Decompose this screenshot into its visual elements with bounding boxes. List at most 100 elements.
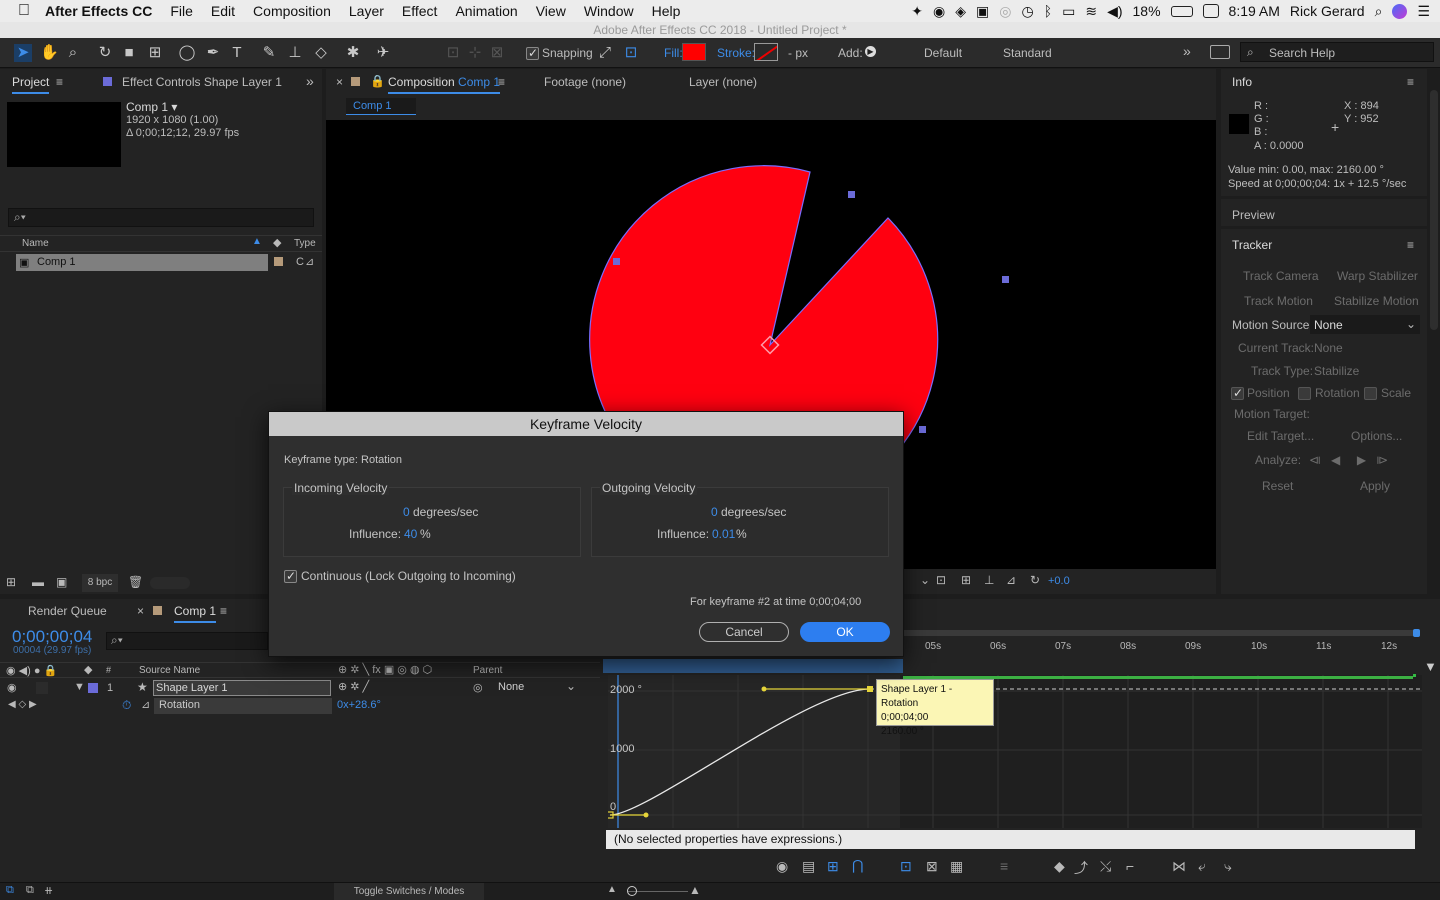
stopwatch-icon[interactable]: ⏱ xyxy=(122,698,131,713)
graph-options-icon[interactable]: ▤ xyxy=(802,858,815,875)
search-help-field[interactable]: ⌕ Search Help xyxy=(1240,42,1434,62)
expand-triangle-icon[interactable]: ▼ xyxy=(74,681,85,693)
layer-search-input[interactable]: ⌕▾ xyxy=(106,632,268,650)
layer-switch-icons[interactable]: ⊕ ✲ ╱ xyxy=(338,680,369,693)
scale-checkbox[interactable] xyxy=(1364,386,1377,401)
volume-icon[interactable]: ◀) xyxy=(1107,3,1122,20)
label-tag-icon[interactable]: ◆ xyxy=(84,663,92,676)
selection-tool-icon[interactable]: ➤ xyxy=(14,44,32,62)
comp-menu-icon[interactable]: ≡ xyxy=(498,75,505,89)
linear-keyframe-icon[interactable]: ⤴ xyxy=(1074,858,1088,878)
incoming-influence-input[interactable]: 40 xyxy=(404,527,417,541)
convert-keyframe-icon[interactable]: ⌐ xyxy=(1126,858,1134,874)
workspace-standard[interactable]: Standard xyxy=(1003,46,1052,60)
project-scroll[interactable] xyxy=(150,577,190,589)
col-source-name[interactable]: Source Name xyxy=(139,665,200,676)
lock-icon[interactable]: 🔒 xyxy=(370,74,385,88)
dropbox-icon[interactable]: ✦ xyxy=(911,3,923,20)
new-folder-icon[interactable]: ▬ xyxy=(32,575,44,589)
menu-view[interactable]: View xyxy=(527,3,575,19)
snap-icon[interactable]: ⋂ xyxy=(852,857,863,874)
zoom-tool-icon[interactable]: ⌕ xyxy=(64,44,82,62)
siri-icon[interactable] xyxy=(1392,3,1408,19)
parent-select[interactable]: None ⌄ xyxy=(494,679,582,696)
stroke-width[interactable]: - px xyxy=(788,46,808,60)
edit-target-button[interactable]: Edit Target... xyxy=(1247,429,1314,443)
tab-comp[interactable]: Comp 1 xyxy=(174,604,217,623)
rotate-tool-icon[interactable]: ↻ xyxy=(96,44,114,62)
creative-cloud-icon[interactable]: ◉ xyxy=(933,3,945,20)
add-arrow-icon[interactable]: ▶ xyxy=(865,46,876,57)
clone-stamp-tool-icon[interactable]: ⊥ xyxy=(286,44,304,62)
modes-toggle-icon[interactable]: ⧉ xyxy=(26,884,34,897)
track-camera-button[interactable]: Track Camera xyxy=(1243,269,1319,283)
trash-icon[interactable]: 🗑 xyxy=(128,575,143,589)
analyze-buttons[interactable]: ⧏ ◀ ▶ ⧐ xyxy=(1309,453,1388,467)
puppet-tool-icon[interactable]: ✈ xyxy=(374,44,392,62)
battery-icon[interactable] xyxy=(1170,5,1193,17)
notification-center-icon[interactable]: ☰ xyxy=(1417,3,1430,20)
ok-button[interactable]: OK xyxy=(800,622,890,642)
tab-effect-controls[interactable]: Effect Controls Shape Layer 1 xyxy=(122,75,282,89)
axis-view-icon[interactable]: ⊠ xyxy=(488,44,506,62)
type-tool-icon[interactable]: T xyxy=(228,44,246,62)
motion-source-select[interactable]: None ⌄ xyxy=(1310,315,1420,334)
close-tab-icon[interactable]: × xyxy=(137,604,144,618)
bluetooth-icon[interactable]: ᛒ xyxy=(1044,3,1052,19)
warp-stabilizer-button[interactable]: Warp Stabilizer xyxy=(1337,269,1418,283)
panel-overflow-icon[interactable]: » xyxy=(306,73,314,89)
hold-keyframe-icon[interactable]: ◆ xyxy=(1054,858,1065,875)
right-panel-scrollbar[interactable] xyxy=(1430,90,1438,330)
separate-dimensions-icon[interactable]: ▦ xyxy=(950,858,963,875)
continuous-checkbox[interactable] xyxy=(284,569,297,584)
graph-editor[interactable]: 2000 ° 1000 0 Shape Layer 1 - Rotation 0… xyxy=(608,675,1422,828)
layer-label-color[interactable] xyxy=(88,683,98,693)
project-menu-icon[interactable]: ≡ xyxy=(56,75,63,89)
wifi-icon[interactable]: ≋ xyxy=(1085,3,1097,20)
comp-breadcrumb[interactable]: Comp 1 xyxy=(346,98,416,115)
track-type-value[interactable]: Stabilize xyxy=(1314,364,1359,378)
graph-toggle-icon[interactable]: ⊿ xyxy=(141,698,150,711)
workspace-overflow-icon[interactable]: » xyxy=(1183,43,1191,59)
property-row[interactable]: ◀ ◇ ▶ ⏱ ⊿ Rotation 0x+28.6° xyxy=(0,698,600,715)
tab-layer[interactable]: Layer (none) xyxy=(689,75,757,89)
region-of-interest-icon[interactable]: ⊡ xyxy=(936,573,946,587)
battery-percent[interactable]: 18% xyxy=(1133,3,1161,19)
time-machine-icon[interactable]: ◷ xyxy=(1021,3,1033,20)
brush-tool-icon[interactable]: ✎ xyxy=(260,44,278,62)
transparency-grid-icon[interactable]: ⊞ xyxy=(961,573,971,587)
axis-local-icon[interactable]: ⊡ xyxy=(444,44,462,62)
stroke-swatch[interactable] xyxy=(754,43,778,61)
bit-depth-button[interactable]: 8 bpc xyxy=(82,574,118,592)
options-button[interactable]: Options... xyxy=(1351,429,1402,443)
hand-tool-icon[interactable]: ✋ xyxy=(40,44,59,62)
menu-edit[interactable]: Edit xyxy=(202,3,244,19)
disk-icon[interactable]: ◎ xyxy=(999,3,1011,20)
3d-view-icon[interactable]: ⊥ xyxy=(984,573,994,587)
current-track-value[interactable]: None xyxy=(1314,341,1343,355)
exposure-value[interactable]: +0.0 xyxy=(1048,575,1070,587)
time-navigator-end-icon[interactable]: ▼ xyxy=(1424,659,1437,674)
app-menu[interactable]: After Effects CC xyxy=(39,3,161,19)
close-tab-icon[interactable]: × xyxy=(336,75,343,89)
work-area-end-handle[interactable] xyxy=(1413,629,1420,637)
zoom-navigator-bar[interactable] xyxy=(603,659,903,673)
pick-whip-icon[interactable]: ◎ xyxy=(473,681,483,694)
chevron-down-icon[interactable]: ⌄ xyxy=(920,573,930,587)
col-name[interactable]: Name xyxy=(22,238,49,249)
tab-render-queue[interactable]: Render Queue xyxy=(28,604,107,618)
snapping-checkbox[interactable] xyxy=(526,46,539,61)
label-tag-icon[interactable]: ◆ xyxy=(273,236,281,249)
list-item[interactable]: ▣ Comp 1 xyxy=(16,254,268,271)
timeline-menu-icon[interactable]: ≡ xyxy=(220,604,227,618)
easy-ease-in-icon[interactable]: ⤶ xyxy=(1198,858,1206,875)
reset-button[interactable]: Reset xyxy=(1262,479,1293,493)
fit-selection-icon[interactable]: ⊡ xyxy=(900,858,912,875)
easy-ease-icon[interactable]: ⋈ xyxy=(1172,858,1186,875)
clock[interactable]: 8:19 AM xyxy=(1229,3,1280,19)
zoom-slider-thumb[interactable] xyxy=(627,886,637,896)
continuous-label[interactable]: Continuous (Lock Outgoing to Incoming) xyxy=(301,569,516,583)
keyframe-navigator-icons[interactable]: ◀ ◇ ▶ xyxy=(8,699,37,710)
menu-layer[interactable]: Layer xyxy=(340,3,393,19)
layer-switches-toggle-icon[interactable]: ⧉ xyxy=(6,884,14,897)
